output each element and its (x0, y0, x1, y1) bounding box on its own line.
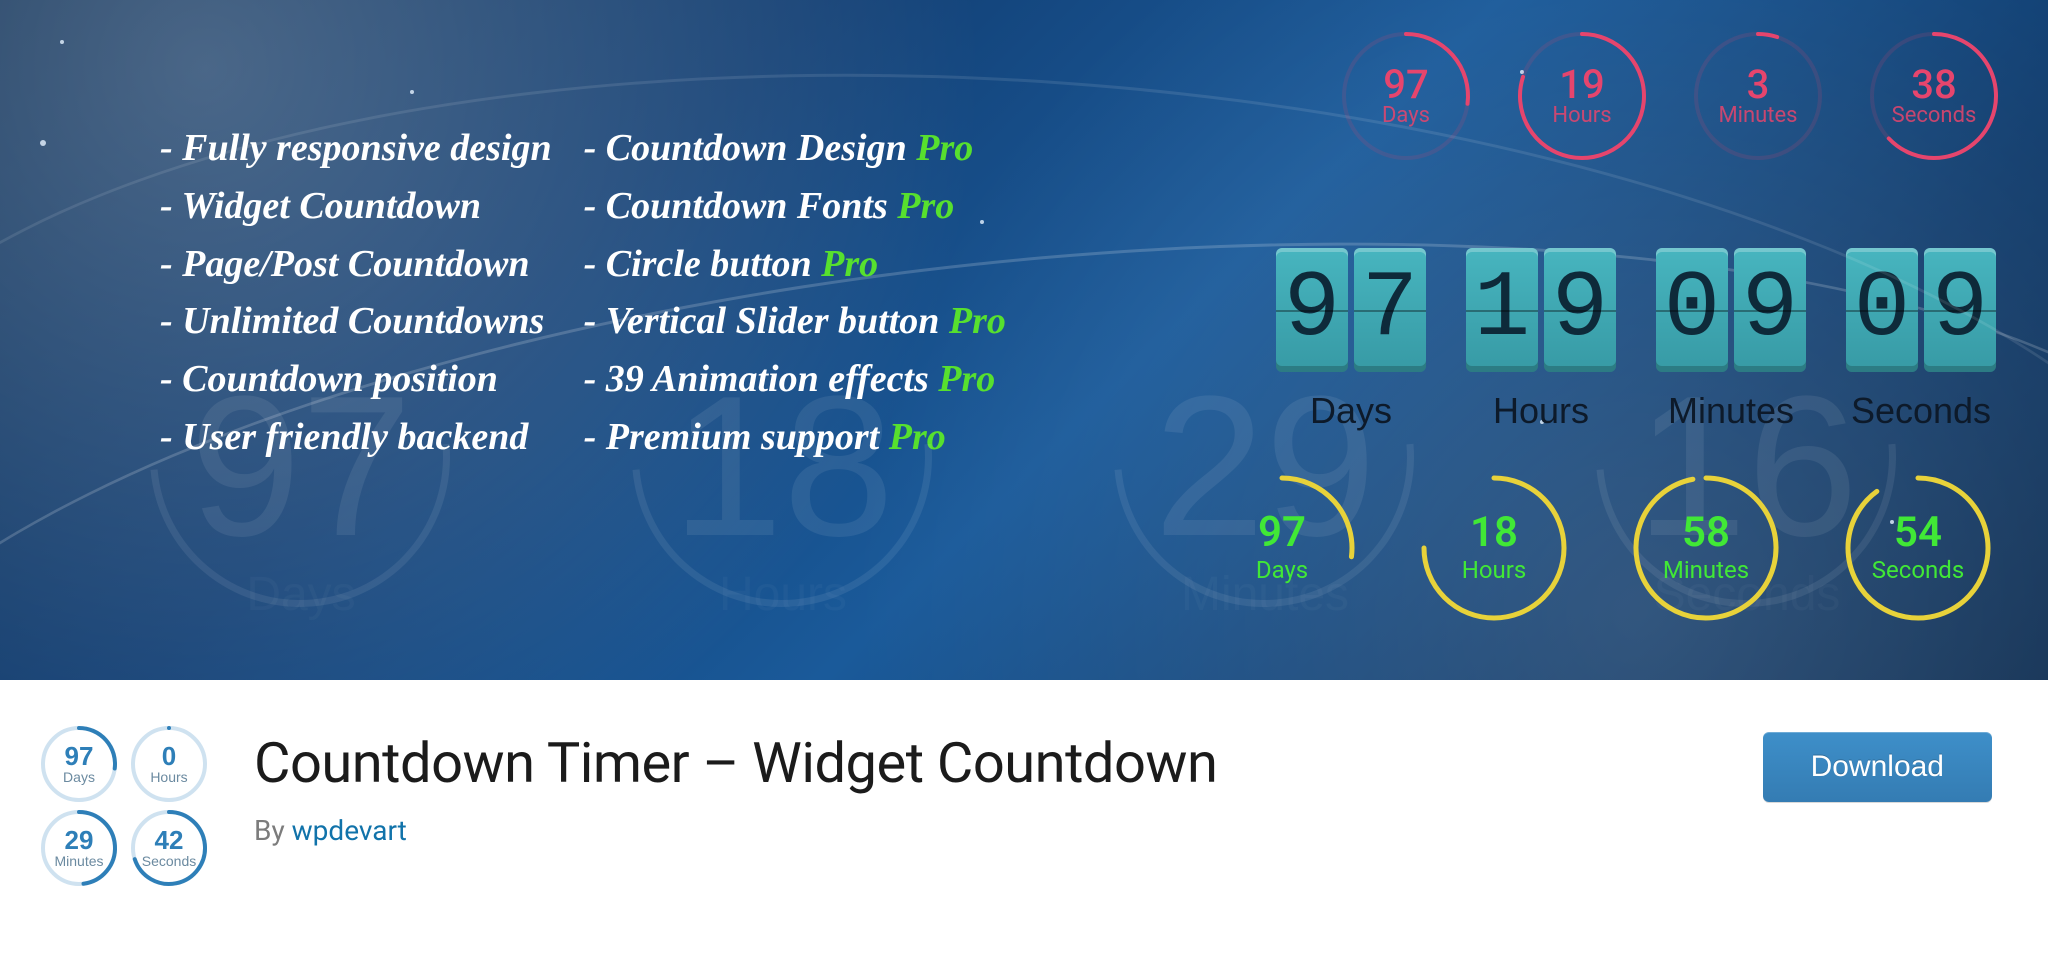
ghost-unit-hours: 18Hours (672, 367, 894, 622)
flip-digit: 9 (1924, 248, 1996, 372)
mini-dial-seconds: 42 Seconds (129, 808, 209, 888)
pink-dial-hours: 19 Hours (1512, 26, 1652, 166)
feature-item: Countdown Design Pro (584, 120, 1006, 178)
flip-unit-minutes: 09 Minutes (1656, 248, 1806, 432)
flip-unit-days: 97 Days (1276, 248, 1426, 432)
pink-dial-seconds: 38 Seconds (1864, 26, 2004, 166)
pro-badge: Pro (821, 243, 878, 285)
pro-badge: Pro (916, 127, 973, 169)
flip-digit: 0 (1846, 248, 1918, 372)
pink-dial-minutes: 3 Minutes (1688, 26, 1828, 166)
ghost-unit-days: 97Days (190, 367, 412, 622)
countdown-flip: 97 Days 19 Hours 09 Minutes 09 Seconds (1276, 248, 1996, 432)
download-button[interactable]: Download (1763, 732, 1992, 802)
plugin-icon: 97 Days 0 Hours 29 Minutes 42 Seconds (34, 724, 214, 888)
plugin-byline: By wpdevart (254, 814, 1723, 847)
feature-item: Fully responsive design (160, 120, 552, 178)
countdown-circle-green: 97 Days 18 Hours 58 Minutes 54 Seconds (1204, 470, 1996, 626)
flip-digit: 1 (1466, 248, 1538, 372)
flip-digit: 0 (1656, 248, 1728, 372)
feature-item: Page/Post Countdown (160, 236, 552, 294)
pink-dial-days: 97 Days (1336, 26, 1476, 166)
flip-unit-seconds: 09 Seconds (1846, 248, 1996, 432)
feature-item: Widget Countdown (160, 178, 552, 236)
flip-unit-hours: 19 Hours (1466, 248, 1616, 432)
flip-digit: 9 (1276, 248, 1348, 372)
green-dial-hours: 18 Hours (1416, 470, 1572, 626)
flip-digit: 9 (1544, 248, 1616, 372)
plugin-meta: Countdown Timer – Widget Countdown By wp… (254, 724, 1723, 847)
feature-item: Countdown Fonts Pro (584, 178, 1006, 236)
plugin-header: 97 Days 0 Hours 29 Minutes 42 Seconds Co… (0, 680, 2048, 958)
pro-badge: Pro (897, 185, 954, 227)
author-link[interactable]: wpdevart (292, 814, 407, 847)
green-dial-seconds: 54 Seconds (1840, 470, 1996, 626)
mini-dial-days: 97 Days (39, 724, 119, 804)
flip-digit: 7 (1354, 248, 1426, 372)
plugin-title: Countdown Timer – Widget Countdown (254, 730, 1723, 796)
green-dial-minutes: 58 Minutes (1628, 470, 1784, 626)
feature-item: Circle button Pro (584, 236, 1006, 294)
plugin-banner: Fully responsive design Widget Countdown… (0, 0, 2048, 680)
mini-dial-hours: 0 Hours (129, 724, 209, 804)
pro-badge: Pro (949, 300, 1006, 342)
mini-dial-minutes: 29 Minutes (39, 808, 119, 888)
flip-digit: 9 (1734, 248, 1806, 372)
green-dial-days: 97 Days (1204, 470, 1360, 626)
countdown-circle-pink: 97 Days 19 Hours 3 Minutes 38 Seconds (1336, 26, 2004, 166)
